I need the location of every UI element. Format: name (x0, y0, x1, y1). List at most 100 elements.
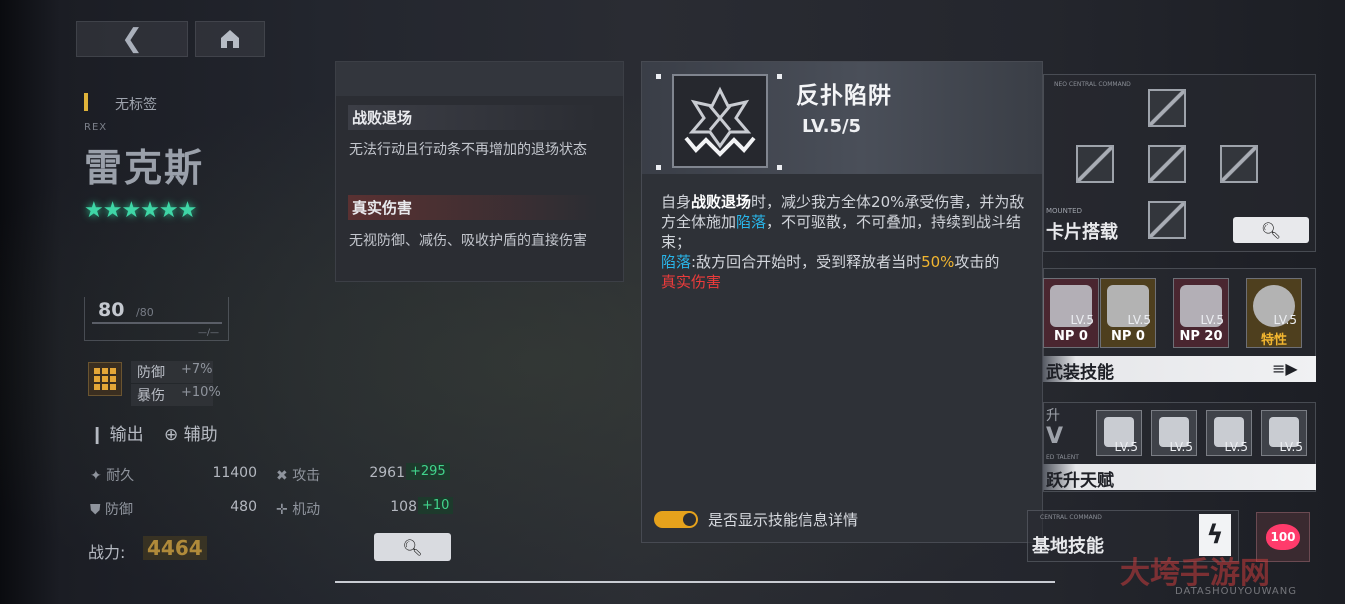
level-max: /80 (136, 306, 154, 319)
character-name: 雷克斯 (84, 146, 205, 190)
armed-skill-1[interactable]: LV.5 NP 0 (1043, 278, 1099, 348)
skill-np-cost: NP 0 (1054, 329, 1088, 344)
map-caption: NEO CENTRAL COMMAND (1054, 81, 1131, 88)
skill-level-tag: LV.5 (1273, 313, 1297, 327)
stat-mob-label: ✛ 机动 (276, 502, 321, 518)
mobility-icon: ✛ (276, 502, 288, 518)
chip-slot-left[interactable] (1076, 145, 1114, 183)
keyword-title: 真实伤害 (348, 195, 598, 220)
output-icon: ❙ (90, 425, 105, 445)
talent-level-tag: LV.5 (1224, 440, 1248, 454)
shield-icon: ⛊ (90, 502, 101, 518)
armed-skill-2[interactable]: LV.5 NP 0 (1100, 278, 1156, 348)
scroll-indicator (335, 581, 1055, 583)
search-icon: 🔍︎ (402, 537, 423, 557)
search-icon: 🔍︎ (1260, 220, 1282, 240)
back-chevron-icon: ❮ (121, 24, 143, 54)
buff-crit-damage: 暴伤 +10% (131, 384, 221, 406)
armed-skill-3[interactable]: LV.5 NP 20 (1173, 278, 1229, 348)
chip-slot-center[interactable] (1148, 145, 1186, 183)
buff-defense: 防御 +7% (131, 361, 213, 383)
ascend-roman: V (1046, 424, 1064, 449)
talent-level-tag: LV.5 (1114, 440, 1138, 454)
exp-bar (92, 322, 222, 324)
skill-np-cost: NP 20 (1179, 329, 1223, 344)
watermark-sub: DATASHOUYOUWANG (1175, 586, 1297, 597)
power-label: 战力: (88, 543, 126, 562)
skill-name: 反扑陷阱 (796, 83, 892, 109)
star-rating: ★★★★★★ (84, 198, 197, 223)
skill-detail-panel: 反扑陷阱 LV.5/5 自身战败退场时，减少我方全体20%承受伤害，并为敌方全体… (641, 61, 1043, 543)
stat-hp-value: 11400 (212, 465, 257, 481)
skill-np-cost: NP 0 (1111, 329, 1145, 344)
exp-text: —/— (198, 328, 220, 338)
hp-icon: ✦ (90, 468, 102, 484)
role-output: ❙ 输出 (90, 420, 144, 445)
buff-value: +10% (181, 385, 221, 400)
tooltip-header (336, 62, 623, 96)
stat-atk-bonus: +295 (406, 463, 450, 480)
ascend-caption: ED TALENT (1046, 454, 1079, 461)
support-icon: ⊕ (164, 425, 179, 445)
base-caption: CENTRAL COMMAND (1040, 514, 1102, 521)
level-value: 80 (98, 299, 125, 321)
talent-level-tag: LV.5 (1279, 440, 1303, 454)
character-en-name: REX (84, 122, 108, 133)
character-zoom-button[interactable]: 🔍︎ (374, 533, 451, 561)
skill-level: LV.5/5 (802, 116, 862, 137)
stat-mob-value: 108 (390, 499, 417, 515)
chip-slot-top[interactable] (1148, 89, 1186, 127)
tag-marker (84, 93, 88, 111)
skill-level-tag: LV.5 (1200, 313, 1224, 327)
chip-mounted-caption: MOUNTED (1046, 207, 1082, 215)
buff-value: +7% (181, 362, 213, 377)
ascend-talent-3[interactable]: LV.5 (1206, 410, 1252, 456)
attack-icon: ✖ (276, 468, 288, 484)
power-value: 4464 (143, 536, 207, 560)
heart-value: 100 (1266, 524, 1300, 550)
skill-level-tag: LV.5 (1070, 313, 1094, 327)
stat-atk-label: ✖ 攻击 (276, 468, 321, 484)
chip-search-button[interactable]: 🔍︎ (1233, 217, 1309, 243)
buff-label: 暴伤 (137, 388, 165, 404)
stat-atk-value: 2961 (369, 465, 405, 481)
ascend-section-title: 跃升天赋 (1046, 471, 1114, 491)
home-button[interactable] (195, 21, 265, 57)
skill-level-tag: LV.5 (1127, 313, 1151, 327)
role-label: 输出 (109, 425, 144, 445)
role-support: ⊕ 辅助 (164, 420, 218, 445)
detail-toggle[interactable] (654, 511, 698, 528)
back-button[interactable]: ❮ (76, 21, 188, 57)
base-skill-title: 基地技能 (1032, 536, 1104, 557)
armed-skill-title: 武装技能 (1046, 363, 1114, 383)
ascend-talent-2[interactable]: LV.5 (1151, 410, 1197, 456)
keyword-desc: 无法行动且行动条不再增加的退场状态 (349, 142, 587, 158)
ascend-label: 升 (1046, 408, 1060, 424)
ascend-talent-4[interactable]: LV.5 (1261, 410, 1307, 456)
toggle-knob (683, 513, 696, 526)
detail-toggle-label: 是否显示技能信息详情 (708, 511, 859, 529)
stat-mob-bonus: +10 (418, 497, 454, 514)
chip-slot-bottom[interactable] (1148, 201, 1186, 239)
role-label: 辅助 (183, 425, 218, 445)
stat-def-label: ⛊ 防御 (90, 502, 133, 518)
formation-grid-icon[interactable] (88, 362, 122, 396)
talent-level-tag: LV.5 (1169, 440, 1193, 454)
chip-slot-right[interactable] (1220, 145, 1258, 183)
keyword-desc: 无视防御、减伤、吸收护盾的直接伤害 (349, 233, 587, 249)
chip-section-title: 卡片搭载 (1046, 222, 1118, 243)
home-icon (221, 30, 239, 48)
stat-hp-label: ✦ 耐久 (90, 468, 135, 484)
skill-description: 自身战败退场时，减少我方全体20%承受伤害，并为敌方全体施加陷落，不可驱散，不可… (661, 193, 1025, 291)
keyword-tooltip: 战败退场 无法行动且行动条不再增加的退场状态 真实伤害 无视防御、减伤、吸收护盾… (335, 61, 624, 282)
skill-trait-tag: 特性 (1260, 333, 1287, 348)
keyword-title: 战败退场 (348, 105, 598, 130)
ascend-talent-1[interactable]: LV.5 (1096, 410, 1142, 456)
list-arrow-icon: ≡▶ (1272, 359, 1298, 378)
armed-skill-4[interactable]: LV.5 特性 (1246, 278, 1302, 348)
skill-trap-icon (656, 74, 782, 170)
stat-def-value: 480 (230, 499, 257, 515)
character-tag: 无标签 (115, 97, 157, 113)
skill-header: 反扑陷阱 LV.5/5 (642, 62, 1042, 174)
buff-label: 防御 (137, 365, 165, 381)
